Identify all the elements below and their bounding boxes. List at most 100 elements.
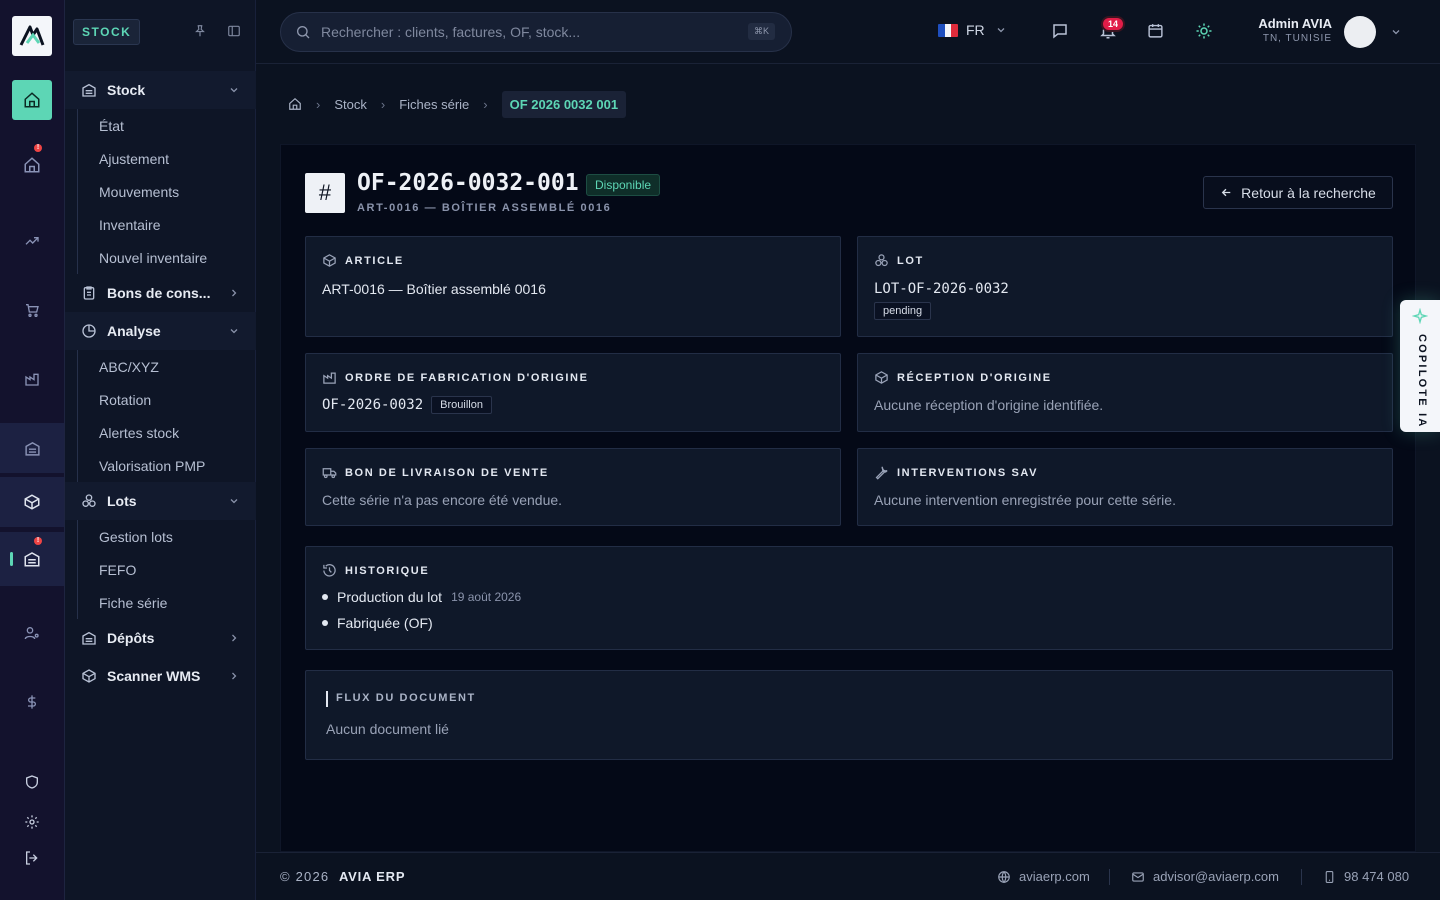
search-icon	[295, 24, 311, 40]
sidebar-sublist-analyse: ABC/XYZ Rotation Alertes stock Valorisat…	[77, 350, 256, 482]
sidebar-header: STOCK	[65, 0, 255, 64]
warehouse-icon	[81, 630, 99, 646]
page-title: OF-2026-0032-001	[357, 170, 579, 196]
logout-icon[interactable]	[0, 847, 64, 869]
user-name: Admin AVIA	[1258, 16, 1332, 31]
lot-status-chip: pending	[874, 302, 932, 320]
chat-icon[interactable]	[1051, 22, 1069, 40]
user-location: TN, TUNISIE	[1262, 33, 1332, 44]
of-origin-value[interactable]: OF-2026-0032 Brouillon	[322, 396, 492, 414]
avatar[interactable]	[1344, 16, 1376, 48]
sidebar-group-label: Analyse	[107, 323, 161, 339]
chevron-right-icon	[228, 670, 240, 682]
sidebar-group-analyse[interactable]: Analyse	[65, 312, 256, 350]
sidebar-group-depots[interactable]: Dépôts	[65, 619, 256, 657]
lot-value[interactable]: LOT-OF-2026-0032	[874, 281, 1009, 297]
language-code: FR	[966, 22, 985, 38]
theme-toggle-icon[interactable]	[1195, 22, 1213, 40]
breadcrumb-fiches-serie[interactable]: Fiches série	[399, 97, 469, 112]
sidebar-group-lots[interactable]: Lots	[65, 482, 256, 520]
package-icon	[81, 668, 99, 684]
warehouse-icon[interactable]	[0, 423, 64, 473]
sidebar-group-scanner-wms[interactable]: Scanner WMS	[65, 657, 256, 695]
card-history: HISTORIQUE Production du lot 19 août 202…	[305, 546, 1393, 650]
article-value[interactable]: ART-0016 — Boîtier assemblé 0016	[322, 281, 546, 297]
home-icon[interactable]	[288, 97, 302, 111]
sidebar-item-alertes-stock[interactable]: Alertes stock	[78, 416, 256, 449]
global-search[interactable]: ⌘K	[280, 12, 792, 52]
divider	[1109, 869, 1110, 885]
chevron-right-icon: ›	[483, 96, 488, 112]
trend-icon[interactable]	[0, 230, 64, 252]
chevron-down-icon[interactable]	[1390, 26, 1402, 38]
wrench-icon	[875, 466, 888, 480]
stock-icon[interactable]: !	[0, 532, 64, 586]
history-icon	[323, 564, 336, 577]
boxes-icon	[81, 493, 99, 509]
notification-count: 14	[1101, 16, 1126, 32]
search-input[interactable]	[321, 24, 741, 40]
phone-link[interactable]: 98 474 080	[1323, 869, 1409, 884]
search-shortcut: ⌘K	[747, 23, 775, 40]
cart-icon[interactable]	[0, 299, 64, 321]
history-event: Fabriquée (OF)	[322, 615, 433, 631]
sidebar-item-fiche-serie[interactable]: Fiche série	[78, 586, 256, 619]
calendar-icon[interactable]	[1147, 22, 1164, 39]
sidebar-item-gestion-lots[interactable]: Gestion lots	[78, 520, 256, 553]
pie-chart-icon	[81, 323, 99, 339]
footer: © 2026 AVIA ERP aviaerp.com advisor@avia…	[256, 852, 1440, 900]
sidebar-item-etat[interactable]: État	[78, 109, 256, 142]
france-flag-icon	[938, 23, 958, 37]
package-icon	[875, 371, 888, 384]
language-selector[interactable]: FR	[938, 22, 1007, 38]
page-subtitle: ART-0016 — BOÎTIER ASSEMBLÉ 0016	[357, 202, 612, 214]
sparkle-icon	[1412, 308, 1428, 324]
sidebar-item-rotation[interactable]: Rotation	[78, 383, 256, 416]
card-heading: BON DE LIVRAISON DE VENTE	[322, 465, 549, 480]
package-icon[interactable]	[0, 477, 64, 527]
back-button-label: Retour à la recherche	[1241, 184, 1376, 201]
mail-icon	[1132, 871, 1144, 882]
back-to-search-button[interactable]: Retour à la recherche	[1203, 176, 1393, 209]
copilot-tab[interactable]: COPILOTE IA	[1400, 300, 1440, 432]
sidebar-group-stock[interactable]: Stock	[65, 71, 256, 109]
sidebar-item-fefo[interactable]: FEFO	[78, 553, 256, 586]
flux-text: Aucun document lié	[326, 721, 449, 737]
sidebar-item-abc-xyz[interactable]: ABC/XYZ	[78, 350, 256, 383]
delivery-text: Cette série n'a pas encore été vendue.	[322, 492, 563, 508]
card-of-origin: ORDRE DE FABRICATION D'ORIGINE OF-2026-0…	[305, 353, 841, 432]
card-heading: LOT	[874, 253, 924, 268]
globe-icon	[998, 870, 1010, 883]
flux-marker	[326, 691, 328, 707]
home-icon[interactable]	[12, 80, 52, 120]
breadcrumb-stock[interactable]: Stock	[334, 97, 367, 112]
status-badge: Disponible	[586, 174, 661, 196]
card-heading: RÉCEPTION D'ORIGINE	[874, 370, 1052, 385]
bullet-icon	[322, 594, 328, 600]
breadcrumb: › Stock › Fiches série › OF 2026 0032 00…	[288, 90, 627, 118]
settings-icon[interactable]	[0, 811, 64, 833]
users-icon[interactable]	[0, 622, 64, 644]
hash-icon: #	[305, 173, 345, 213]
sidebar-item-ajustement[interactable]: Ajustement	[78, 142, 256, 175]
dollar-icon[interactable]	[0, 691, 64, 713]
card-heading: FLUX DU DOCUMENT	[336, 692, 476, 704]
pin-icon[interactable]	[193, 24, 207, 38]
sidebar-group-label: Lots	[107, 493, 137, 509]
chevron-down-icon	[228, 325, 240, 337]
website-link[interactable]: aviaerp.com	[997, 869, 1090, 884]
factory-icon[interactable]	[0, 368, 64, 390]
sidebar-item-mouvements[interactable]: Mouvements	[78, 175, 256, 208]
dashboard-icon[interactable]: !	[0, 140, 64, 190]
app-logo[interactable]	[12, 16, 52, 56]
collapse-sidebar-icon[interactable]	[227, 24, 241, 38]
copyright: © 2026 AVIA ERP	[280, 869, 406, 884]
sidebar-item-valorisation-pmp[interactable]: Valorisation PMP	[78, 449, 256, 482]
sidebar-item-inventaire[interactable]: Inventaire	[78, 208, 256, 241]
sidebar-item-nouvel-inventaire[interactable]: Nouvel inventaire	[78, 241, 256, 274]
sidebar-group-label: Scanner WMS	[107, 668, 201, 684]
sidebar-group-bons[interactable]: Bons de cons...	[65, 274, 256, 312]
email-link[interactable]: advisor@aviaerp.com	[1131, 869, 1279, 884]
user-menu[interactable]: Admin AVIA TN, TUNISIE	[1258, 16, 1332, 44]
shield-icon[interactable]	[0, 771, 64, 793]
